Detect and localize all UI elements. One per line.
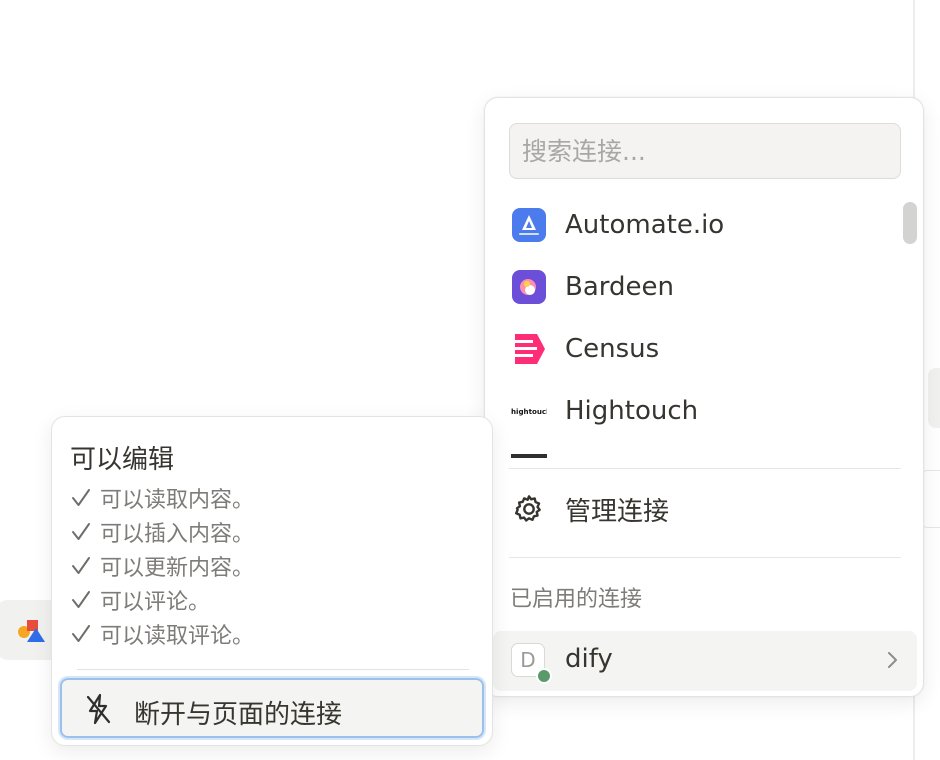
connection-label: Census xyxy=(565,334,660,364)
check-icon xyxy=(72,625,90,642)
svg-text:hightouch: hightouch xyxy=(511,407,547,416)
manage-connections-label: 管理连接 xyxy=(565,496,670,527)
disconnect-from-page-button[interactable]: 断开与页面的连接 xyxy=(60,678,484,738)
disconnect-lightning-icon xyxy=(86,693,111,725)
divider xyxy=(77,669,469,670)
permission-label: 可以评论。 xyxy=(100,590,211,615)
permission-item: 可以读取内容。 xyxy=(70,481,254,515)
permission-level-title: 可以编辑 xyxy=(70,445,175,475)
census-logo-icon xyxy=(511,331,547,367)
manage-connections-item[interactable]: 管理连接 xyxy=(493,481,909,537)
connection-item-hightouch[interactable]: hightouch Hightouch xyxy=(493,383,909,439)
permission-list: 可以读取内容。 可以插入内容。 可以更新内容。 可以评论。 可以读取评论。 xyxy=(70,481,254,651)
disconnect-label: 断开与页面的连接 xyxy=(134,700,343,730)
enabled-connections-heading: 已启用的连接 xyxy=(510,587,643,612)
divider xyxy=(509,468,901,469)
enabled-connection-label: dify xyxy=(565,644,613,674)
permission-item: 可以读取评论。 xyxy=(70,617,254,651)
permission-label: 可以插入内容。 xyxy=(100,522,255,547)
connection-item-census[interactable]: Census xyxy=(493,321,909,377)
check-icon xyxy=(72,557,90,574)
status-dot-icon xyxy=(536,668,552,684)
enabled-connection-dify[interactable]: D dify xyxy=(493,631,917,691)
permission-label: 可以读取评论。 xyxy=(100,624,255,649)
integration-logo-icon xyxy=(18,620,45,642)
permission-item: 可以插入内容。 xyxy=(70,515,254,549)
gear-icon xyxy=(511,491,547,527)
hightouch-logo-icon: hightouch xyxy=(511,393,547,429)
check-icon xyxy=(72,523,90,540)
automateio-logo-icon xyxy=(511,207,547,243)
divider xyxy=(509,557,901,558)
check-icon xyxy=(72,591,90,608)
page: Automate.io Bardeen xyxy=(0,0,940,760)
check-icon xyxy=(72,489,90,506)
chevron-right-icon xyxy=(888,652,897,668)
permission-label: 可以读取内容。 xyxy=(100,488,255,513)
permission-item: 可以评论。 xyxy=(70,583,254,617)
connection-label: Automate.io xyxy=(565,210,725,240)
permission-item: 可以更新内容。 xyxy=(70,549,254,583)
bardeen-logo-icon xyxy=(511,269,547,305)
connections-menu: Automate.io Bardeen xyxy=(484,97,924,697)
permission-label: 可以更新内容。 xyxy=(100,556,255,581)
connection-item-automateio[interactable]: Automate.io xyxy=(493,197,909,253)
connection-item-bardeen[interactable]: Bardeen xyxy=(493,259,909,315)
truncated-item xyxy=(511,454,547,458)
search-connections-input[interactable] xyxy=(509,123,901,179)
connection-label: Bardeen xyxy=(565,272,674,302)
connection-label: Hightouch xyxy=(565,396,699,426)
permissions-menu: 可以编辑 可以读取内容。 可以插入内容。 可以更新内容。 可以评论。 可以读取评… xyxy=(51,416,493,746)
side-tab[interactable] xyxy=(928,368,940,428)
